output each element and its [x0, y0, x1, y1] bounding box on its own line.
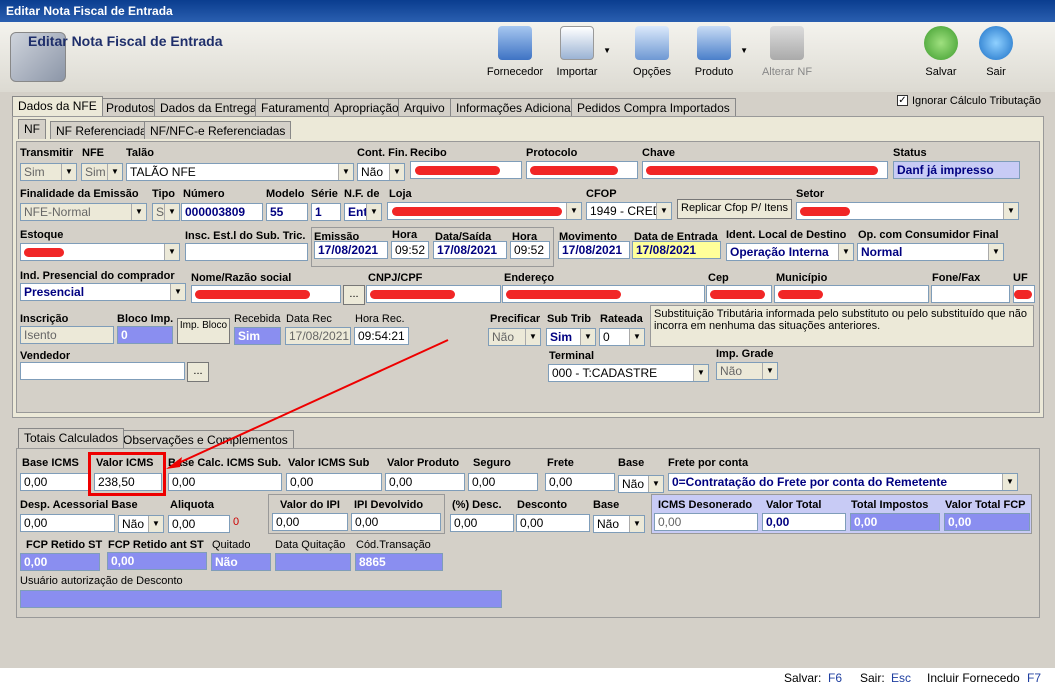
tab-totais-calculados[interactable]: Totais Calculados	[18, 428, 125, 448]
annotation-arrow	[166, 339, 449, 469]
sair-shortcut-label: Sair:	[860, 671, 885, 685]
tab-nf[interactable]: NF	[18, 119, 46, 139]
tab-dados-nfe[interactable]: Dados da NFE	[12, 96, 103, 116]
salvar-shortcut-key: F6	[828, 671, 843, 685]
salvar-shortcut-label: Salvar:	[784, 671, 822, 685]
incluir-shortcut-key: F7	[1027, 671, 1042, 685]
incluir-shortcut-label: Incluir Fornecedo	[927, 671, 1020, 685]
status-bar: Salvar: F6 Sair: Esc Incluir Fornecedo F…	[0, 668, 1055, 689]
sair-shortcut-key: Esc	[891, 671, 912, 685]
